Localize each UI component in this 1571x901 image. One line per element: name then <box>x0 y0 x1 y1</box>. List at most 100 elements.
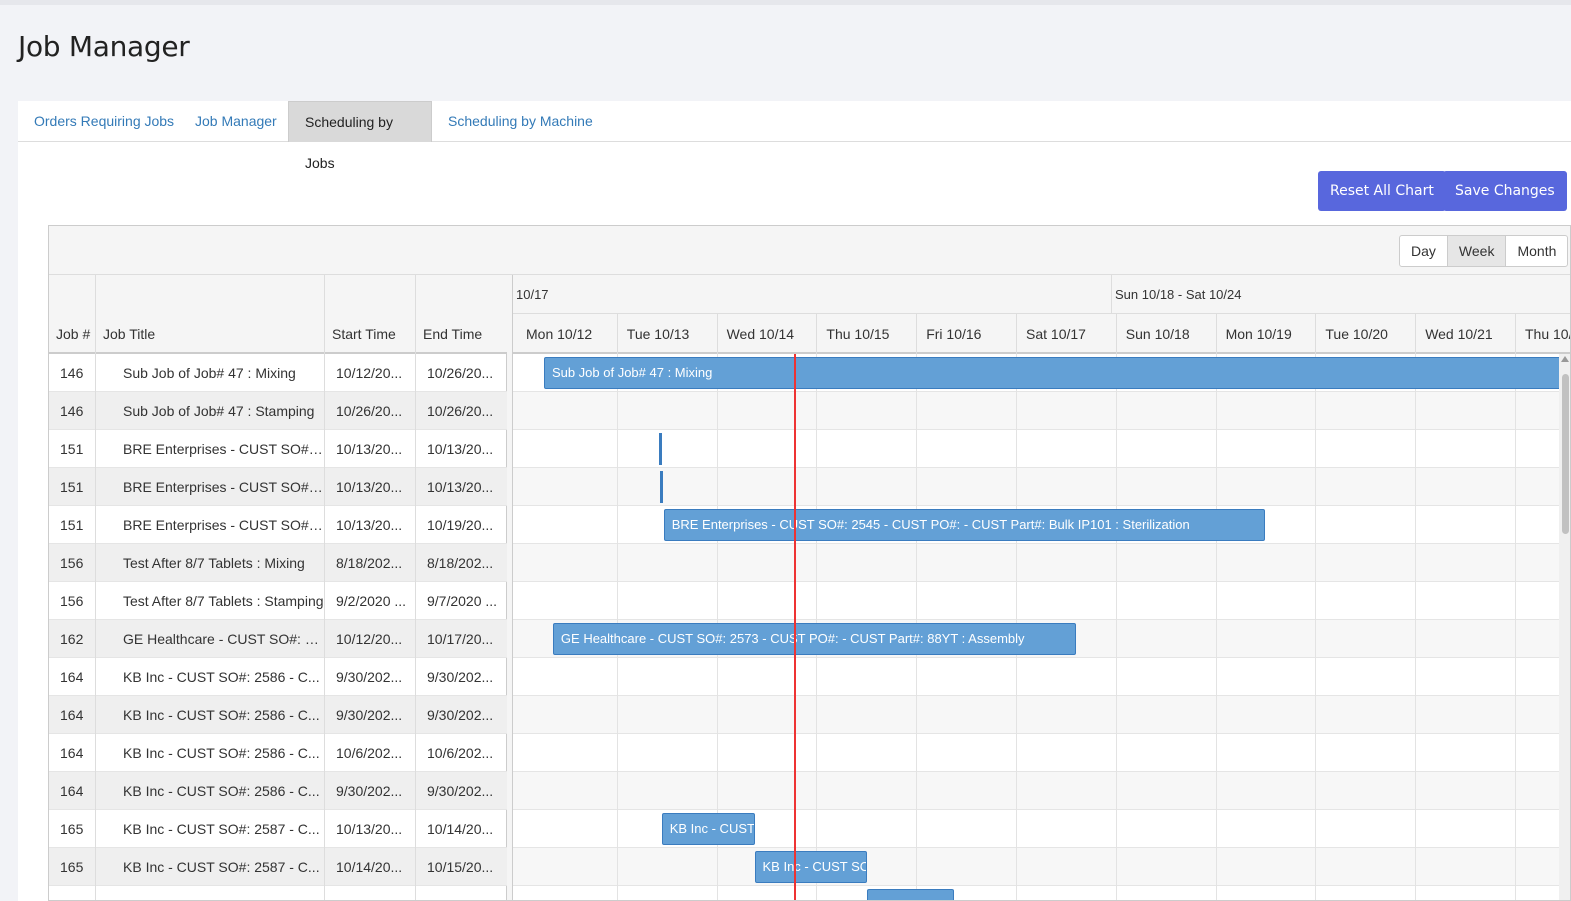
cell-job-title: Sub Job of Job# 47 : Mixing <box>96 354 325 392</box>
task-bar[interactable]: KB Inc - CUST SO#: 2587 <box>754 851 868 883</box>
reset-all-chart-button[interactable]: Reset All Chart <box>1318 171 1446 211</box>
cell-job-number: 165 <box>49 848 96 886</box>
timeline-pane: 10/17 Sun 10/18 - Sat 10/24 Mon 10/12 Tue… <box>513 275 1570 900</box>
cell-job-title: KB Inc - CUST SO#: 2586 - C... <box>96 696 325 734</box>
column-header-end[interactable]: End Time <box>416 275 507 354</box>
table-row[interactable]: 162 GE Healthcare - CUST SO#: 2... 10/12/2… <box>49 620 507 658</box>
tab-scheduling-by-jobs[interactable]: Scheduling by Jobs <box>288 101 432 171</box>
timeline-row <box>513 772 1570 810</box>
task-bar[interactable]: GE Healthcare - CUST SO#: 2573 - CUST PO… <box>552 623 1076 655</box>
save-changes-button[interactable]: Save Changes <box>1443 171 1567 211</box>
cell-start-time: 8/18/202... <box>325 544 416 582</box>
table-row[interactable]: 165KB Inc - CUST SO#: 2587 - C...10/15/2… <box>49 886 507 900</box>
cell-end-time: 9/30/202... <box>427 669 494 685</box>
today-line <box>794 354 797 900</box>
task-bar[interactable]: Sub Job of Job# 47 : Mixing <box>543 357 1570 389</box>
table-row[interactable]: 165 KB Inc - CUST SO#: 2587 - C... 10/13/2… <box>49 810 507 848</box>
cell-end-time: 10/13/20... <box>427 479 494 495</box>
task-bar[interactable]: BRE Enterprises - CUST SO#: 2545 - CUST … <box>663 509 1266 541</box>
scroll-thumb[interactable] <box>1562 374 1569 534</box>
cell-job-title: Test After 8/7 Tablets : Stamping <box>96 582 325 620</box>
cell-end-time: 10/15/20... <box>427 859 494 875</box>
table-row[interactable]: 164 KB Inc - CUST SO#: 2586 - C... 9/30/20… <box>49 696 507 734</box>
view-week-button[interactable]: Week <box>1447 236 1507 266</box>
day-gridline <box>1315 354 1317 900</box>
vertical-scrollbar[interactable] <box>1559 354 1570 900</box>
task-bar[interactable]: KB Inc - CUST SO#: 2587 <box>661 813 755 845</box>
page-title: Job Manager <box>18 30 190 63</box>
cell-job-title: KB Inc - CUST SO#: 2586 - C... <box>96 658 325 696</box>
cell-start-time: 10/13/20... <box>325 506 416 544</box>
view-day-button[interactable]: Day <box>1400 236 1448 266</box>
cell-job-number: 156 <box>49 544 96 582</box>
timeline-row <box>513 582 1570 620</box>
cell-start-time: 9/30/202... <box>325 658 416 696</box>
view-month-button[interactable]: Month <box>1506 236 1567 266</box>
table-row[interactable]: 151 BRE Enterprises - CUST SO#: ... 10/13/… <box>49 430 507 468</box>
day-gridline <box>1515 354 1516 900</box>
tab-job-manager[interactable]: Job Manager <box>179 101 293 142</box>
table-row[interactable]: 156 Test After 8/7 Tablets : Mixing 8/18/2… <box>49 544 507 582</box>
day-column-header: Mon 10/12 <box>526 326 593 342</box>
column-header-start[interactable]: Start Time <box>325 275 416 354</box>
table-row[interactable]: 151 BRE Enterprises - CUST SO#: ... 10/13/… <box>49 468 507 506</box>
day-gridline <box>1415 354 1417 900</box>
tab-scheduling-by-machine[interactable]: Scheduling by Machine <box>432 101 609 142</box>
timeline-row <box>513 392 1570 430</box>
cell-job-title: KB Inc - CUST SO#: 2586 - C... <box>96 734 325 772</box>
gantt-chart: Day Week Month Job # Job Title Start Tim… <box>48 225 1571 901</box>
cell-end-time: 10/14/20... <box>427 821 494 837</box>
timeline-row <box>513 886 1570 900</box>
table-row[interactable]: 164 KB Inc - CUST SO#: 2586 - C... 9/30/20… <box>49 658 507 696</box>
task-bar[interactable]: KB Inc - CUST SO#: 2587 <box>867 889 955 900</box>
task-marker[interactable] <box>659 471 663 503</box>
day-column-header: Thu 10/15 <box>816 314 916 354</box>
cell-end-time: 10/26/20... <box>427 365 494 381</box>
timeline-row <box>513 696 1570 734</box>
cell-job-title: Sub Job of Job# 47 : Stamping <box>96 392 325 430</box>
day-column-header: Mon 10/19 <box>1215 314 1316 354</box>
column-header-job[interactable]: Job # <box>49 275 96 354</box>
task-marker[interactable] <box>658 433 662 465</box>
view-switcher: Day Week Month <box>1399 235 1569 267</box>
cell-job-number: 164 <box>49 734 96 772</box>
tab-orders-requiring-jobs[interactable]: Orders Requiring Jobs <box>18 101 190 142</box>
day-column-header: Sun 10/18 <box>1115 314 1216 354</box>
cell-end-time: 10/13/20... <box>427 441 494 457</box>
day-column-header: Tue 10/13 <box>616 314 717 354</box>
table-row[interactable]: 146 Sub Job of Job# 47 : Mixing 10/12/20..… <box>49 354 507 392</box>
week-label: Sun 10/18 - Sat 10/24 <box>1111 275 1570 314</box>
day-column-header: Thu 10/22 <box>1515 314 1570 354</box>
cell-job-number: 164 <box>49 696 96 734</box>
table-row[interactable]: 164 KB Inc - CUST SO#: 2586 - C... 9/30/20… <box>49 772 507 810</box>
cell-job-number: 151 <box>49 506 96 544</box>
main-panel: Orders Requiring Jobs Job Manager Schedu… <box>18 101 1571 901</box>
table-row[interactable]: 165 KB Inc - CUST SO#: 2587 - C... 10/14/2… <box>49 848 507 886</box>
cell-start-time: 9/2/2020 ... <box>325 582 416 620</box>
timeline-header: 10/17 Sun 10/18 - Sat 10/24 Mon 10/12 Tue… <box>513 275 1570 354</box>
column-header-title[interactable]: Job Title <box>96 275 325 354</box>
table-row[interactable]: 146 Sub Job of Job# 47 : Stamping 10/26/20… <box>49 392 507 430</box>
cell-start-time: 10/13/20... <box>325 430 416 468</box>
table-row[interactable]: 164 KB Inc - CUST SO#: 2586 - C... 10/6/20… <box>49 734 507 772</box>
day-gridline <box>1215 354 1217 900</box>
cell-start-time: 10/12/20... <box>325 620 416 658</box>
cell-job-title: BRE Enterprises - CUST SO#: ... <box>96 506 325 544</box>
cell-job-number: 156 <box>49 582 96 620</box>
table-row[interactable]: 151 BRE Enterprises - CUST SO#: ... 10/13/… <box>49 506 507 544</box>
cell-end-time: 10/16/20... <box>416 886 507 900</box>
cell-job-title: Test After 8/7 Tablets : Mixing <box>96 544 325 582</box>
day-column-header: Wed 10/21 <box>1415 314 1515 354</box>
timeline-row <box>513 468 1570 506</box>
cell-job-title: KB Inc - CUST SO#: 2587 - C... <box>96 810 325 848</box>
cell-end-time: 10/6/202... <box>427 745 494 761</box>
job-grid: Job # Job Title Start Time End Time 146 S… <box>49 275 507 900</box>
cell-job-title: KB Inc - CUST SO#: 2587 - C... <box>96 848 325 886</box>
cell-start-time: 10/6/202... <box>325 734 416 772</box>
table-row[interactable]: 156 Test After 8/7 Tablets : Stamping 9/2/… <box>49 582 507 620</box>
cell-start-time: 10/12/20... <box>325 354 416 392</box>
cell-end-time: 9/7/2020 ... <box>427 593 498 609</box>
timeline-row <box>513 658 1570 696</box>
day-column-header: Wed 10/14 <box>716 314 817 354</box>
scroll-up-icon[interactable] <box>1561 356 1569 362</box>
